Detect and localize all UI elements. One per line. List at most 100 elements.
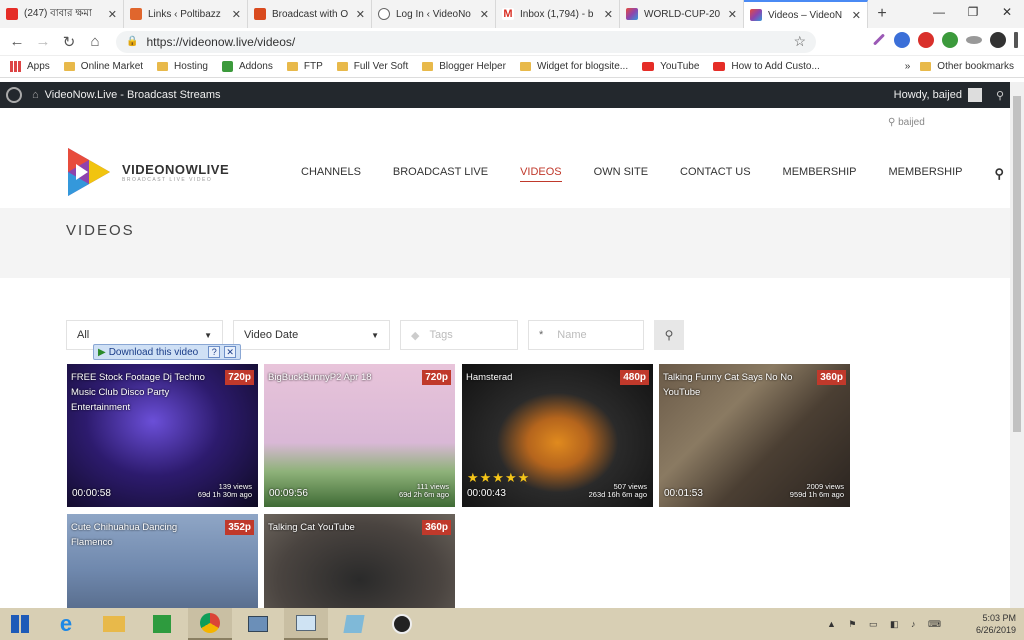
nav-own-site[interactable]: OWN SITE: [594, 166, 648, 182]
browser-tab-active[interactable]: Videos – VideoN ✕: [744, 0, 868, 28]
system-tray-icons[interactable]: ▲ ⚑ ▭ ◧ ♪ ⌨: [827, 619, 946, 630]
taskbar-app-1[interactable]: [236, 608, 280, 640]
bookmark-item[interactable]: Blogger Helper: [422, 61, 506, 72]
forward-icon[interactable]: →: [30, 33, 56, 50]
taskbar-store[interactable]: [140, 608, 184, 640]
bookmarks-overflow[interactable]: »: [905, 61, 911, 72]
download-video-popup[interactable]: ▶ Download this video ? ✕: [93, 344, 242, 360]
bookmark-item[interactable]: Full Ver Soft: [336, 61, 408, 72]
links-icon: [130, 8, 142, 20]
close-window-icon[interactable]: ✕: [990, 0, 1024, 24]
nav-broadcast-live[interactable]: BROADCAST LIVE: [393, 166, 488, 182]
nav-membership[interactable]: MEMBERSHIP: [783, 166, 857, 182]
bookmark-item[interactable]: Hosting: [157, 61, 208, 72]
bookmark-item[interactable]: Addons: [221, 61, 273, 72]
obs-icon: [392, 614, 412, 634]
page-scrollbar[interactable]: [1010, 82, 1024, 608]
bookmark-item[interactable]: YouTube: [642, 61, 699, 72]
browser-tab[interactable]: Links ‹ Poltibazz ✕: [124, 0, 248, 28]
clock[interactable]: 5:03 PM 6/26/2019: [976, 612, 1016, 636]
folder-icon: [336, 62, 348, 71]
close-icon[interactable]: ✕: [232, 8, 241, 21]
wp-site-link[interactable]: VideoNow.Live - Broadcast Streams: [45, 89, 221, 101]
close-icon[interactable]: ✕: [356, 8, 365, 21]
name-input[interactable]: * Name: [528, 320, 644, 350]
new-tab-button[interactable]: +: [868, 0, 896, 28]
star-icon[interactable]: ☆: [793, 33, 806, 50]
lock-icon: 🔒: [126, 36, 139, 47]
browser-tab[interactable]: WORLD-CUP-20 ✕: [620, 0, 744, 28]
back-icon[interactable]: ←: [4, 33, 30, 50]
tags-input[interactable]: ◆ Tags: [400, 320, 518, 350]
bookmark-item[interactable]: FTP: [286, 61, 323, 72]
videonow-icon: [750, 9, 762, 21]
video-card[interactable]: FREE Stock Footage Dj Techno Music Club …: [67, 364, 258, 507]
adblock-icon[interactable]: [918, 32, 934, 48]
search-icon[interactable]: ⚲: [996, 89, 1004, 102]
quality-badge: 352p: [225, 520, 254, 535]
quality-badge: 720p: [225, 370, 254, 385]
youtube-icon: [6, 8, 18, 20]
menu-icon[interactable]: [1014, 32, 1018, 48]
minimize-icon[interactable]: —: [922, 0, 956, 24]
nav-videos[interactable]: VIDEOS: [520, 166, 562, 182]
close-icon[interactable]: ✕: [728, 8, 737, 21]
asterisk-icon: *: [539, 329, 544, 341]
browser-tab[interactable]: M Inbox (1,794) - b ✕: [496, 0, 620, 28]
leaf-extension-icon[interactable]: [942, 32, 958, 48]
reload-icon[interactable]: ↻: [56, 33, 82, 51]
video-card[interactable]: Talking Cat YouTube 360p: [264, 514, 455, 608]
restore-icon[interactable]: ❐: [956, 0, 990, 24]
bookmark-apps[interactable]: Apps: [10, 61, 50, 72]
search-button[interactable]: ⚲: [654, 320, 684, 350]
search-icon: ⚲: [664, 328, 674, 342]
nav-contact-us[interactable]: CONTACT US: [680, 166, 751, 182]
bookmark-item[interactable]: Widget for blogsite...: [519, 61, 628, 72]
browser-tab[interactable]: (247) বাবার ক্ষমা ✕: [0, 0, 124, 28]
folder-icon: [422, 62, 434, 71]
howdy-user[interactable]: Howdy, baijed: [894, 89, 962, 101]
duration: 00:00:43: [467, 488, 506, 499]
taskbar-app-2[interactable]: [284, 608, 328, 640]
bookmark-item[interactable]: Online Market: [63, 61, 143, 72]
video-card[interactable]: Hamsterad 480p ★★★★★ 507 views 263d 16h …: [462, 364, 653, 507]
window-controls: — ❐ ✕: [922, 0, 1024, 24]
taskbar-explorer[interactable]: [92, 608, 136, 640]
nav-channels[interactable]: CHANNELS: [301, 166, 361, 182]
help-icon[interactable]: ?: [208, 346, 221, 358]
site-logo[interactable]: VIDEONOWLIVE BROADCAST LIVE VIDEO: [68, 148, 229, 196]
taskbar-app-3[interactable]: [332, 608, 376, 640]
close-icon[interactable]: ✕: [604, 8, 613, 21]
video-card[interactable]: Talking Funny Cat Says No No YouTube 360…: [659, 364, 850, 507]
sort-select[interactable]: Video Date ▼: [233, 320, 390, 350]
person-extension-icon[interactable]: [894, 32, 910, 48]
close-icon[interactable]: ✕: [108, 8, 117, 21]
avatar: [967, 88, 982, 102]
close-icon[interactable]: ✕: [852, 9, 861, 22]
scroll-thumb[interactable]: [1013, 96, 1021, 432]
profile-avatar-icon[interactable]: [990, 32, 1006, 48]
close-icon[interactable]: ✕: [224, 346, 237, 358]
browser-tab[interactable]: Log In ‹ VideoNo ✕: [372, 0, 496, 28]
wordpress-icon[interactable]: [6, 87, 22, 103]
nav-membership-2[interactable]: MEMBERSHIP: [889, 166, 963, 182]
search-icon[interactable]: ⚲: [994, 166, 1004, 182]
close-icon[interactable]: ✕: [480, 8, 489, 21]
youtube-icon: [713, 62, 726, 71]
video-card[interactable]: BigBuckBunnyP2 Apr 18 720p 111 views 69d…: [264, 364, 455, 507]
bookmark-other[interactable]: Other bookmarks: [920, 61, 1014, 72]
network-icon: [248, 616, 268, 632]
url-field[interactable]: 🔒 https://videonow.live/videos/ ☆: [116, 30, 816, 53]
infinity-extension-icon[interactable]: [966, 36, 982, 44]
video-card[interactable]: Cute Chihuahua Dancing Flamenco 352p: [67, 514, 258, 608]
bookmark-item[interactable]: How to Add Custo...: [713, 61, 820, 72]
start-button[interactable]: [0, 608, 40, 640]
pen-extension-icon[interactable]: [872, 33, 886, 46]
browser-tab[interactable]: Broadcast with O ✕: [248, 0, 372, 28]
home-icon[interactable]: ⌂: [82, 33, 108, 50]
taskbar-chrome[interactable]: [188, 608, 232, 640]
rating-stars: ★★★★★: [467, 470, 531, 485]
user-link[interactable]: ⚲ baijed: [888, 117, 925, 128]
taskbar-ie[interactable]: e: [44, 608, 88, 640]
taskbar-obs[interactable]: [380, 608, 424, 640]
